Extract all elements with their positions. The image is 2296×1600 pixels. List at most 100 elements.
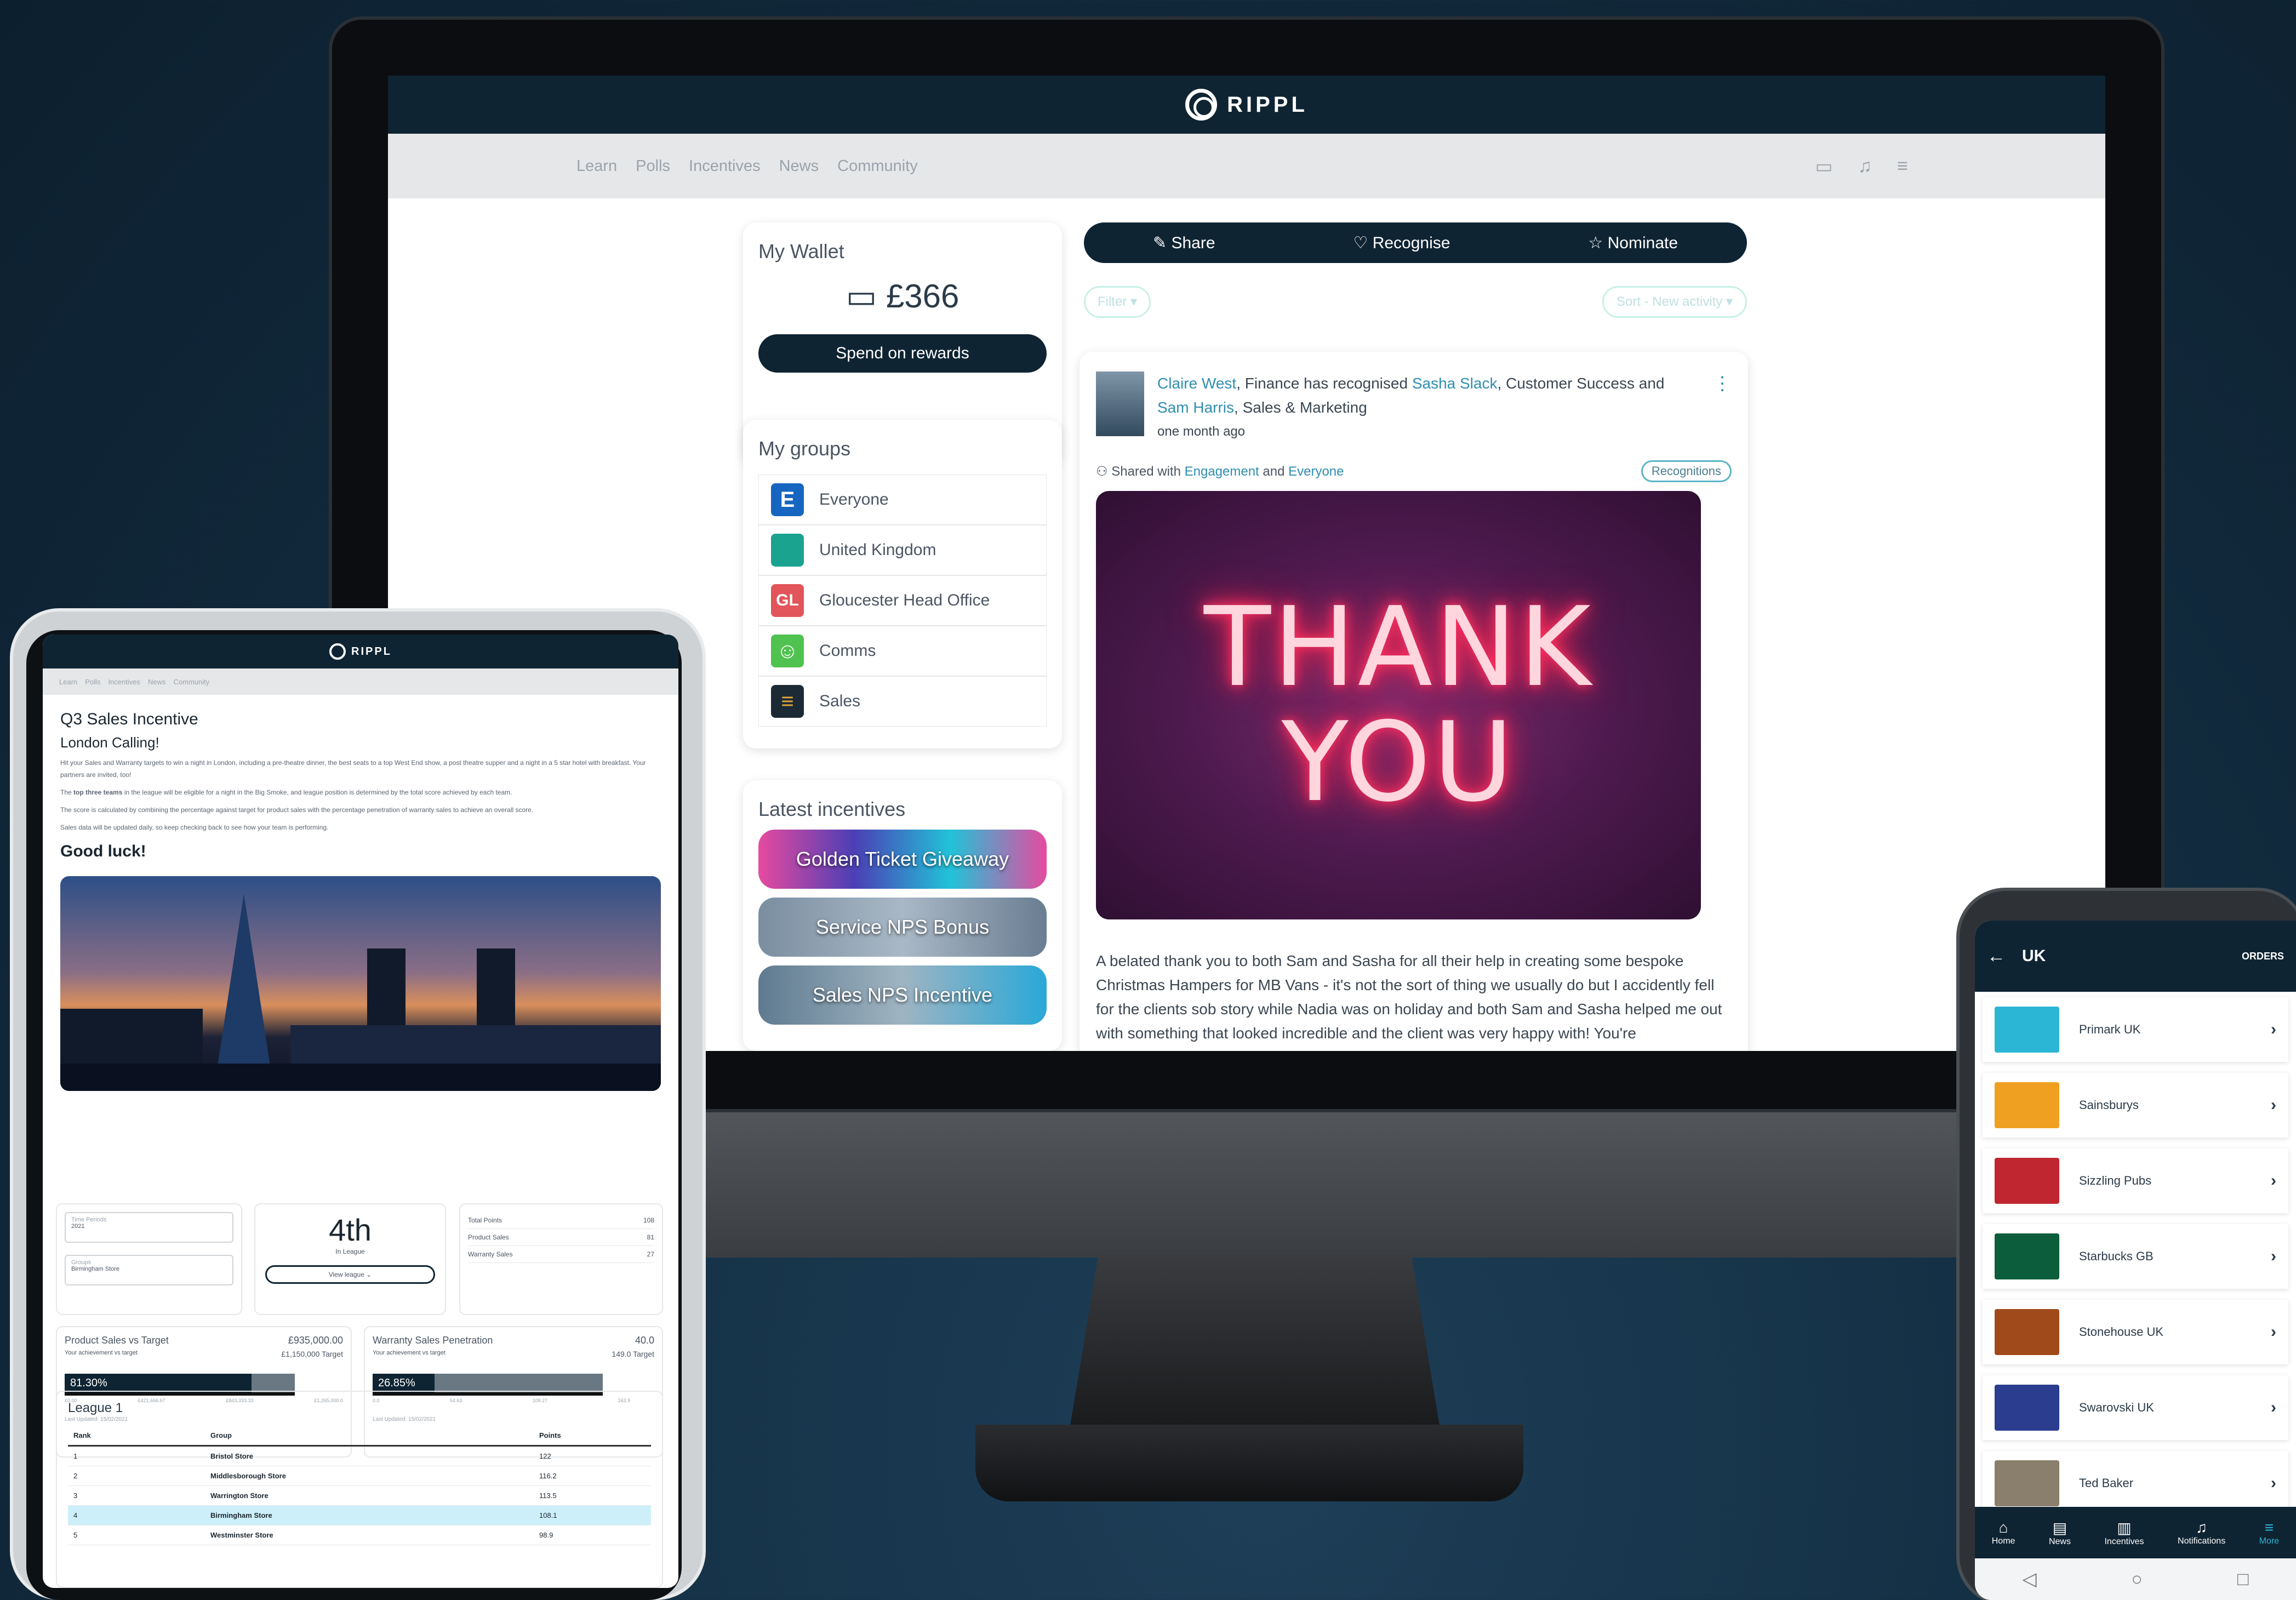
more-options-icon[interactable]: ⋮ (1713, 372, 1732, 444)
card-sub: Your achievement vs target (373, 1350, 446, 1356)
table-row-highlighted[interactable]: 4 Birmingham Store 108.1 (68, 1506, 651, 1525)
card-sub-row: Your achievement vs target 149.0 Target (373, 1350, 654, 1358)
nav-community[interactable]: Community (174, 678, 210, 686)
top-bar: RIPPL (388, 76, 2105, 134)
list-item[interactable]: Swarovski UK › (1983, 1375, 2288, 1440)
star-icon: ☆ (1588, 233, 1608, 252)
table-row[interactable]: 1 Bristol Store 122 (68, 1447, 651, 1466)
avatar[interactable] (1096, 372, 1144, 436)
nav-label: More (2259, 1536, 2280, 1546)
list-item[interactable]: Ted Baker › (1983, 1451, 2288, 1516)
shared-group-link[interactable]: Everyone (1288, 464, 1344, 479)
home-circle-icon[interactable]: ○ (2132, 1569, 2143, 1590)
col-header: Points (539, 1431, 561, 1439)
points-card: Total Points 108 Product Sales 81 Warranty… (459, 1203, 663, 1315)
recents-icon[interactable]: □ (2237, 1569, 2249, 1590)
league-position-card: 4th In League View league ⌄ (254, 1203, 446, 1315)
neon-text: THANK (1203, 584, 1594, 711)
nav-incentives[interactable]: Incentives (689, 157, 761, 175)
list-item[interactable]: Primark UK › (1983, 997, 2288, 1062)
sort-dropdown[interactable]: Sort - New activity ▾ (1602, 286, 1747, 318)
author-link[interactable]: Claire West (1157, 375, 1236, 392)
cell: Warrington Store (210, 1492, 269, 1500)
home-icon: ⌂ (1998, 1519, 2008, 1536)
incentive-description: The top three teams in the league will b… (60, 786, 661, 798)
group-item-comms[interactable]: ☺ Comms (758, 626, 1047, 676)
bell-icon[interactable]: ♫ (1858, 156, 1872, 178)
table-row[interactable]: 3 Warrington Store 113.5 (68, 1486, 651, 1506)
cell: 113.5 (539, 1492, 557, 1500)
orders-link[interactable]: ORDERS (2242, 951, 2284, 962)
table-row[interactable]: 2 Middlesborough Store 116.2 (68, 1466, 651, 1486)
nav-news[interactable]: News (148, 678, 166, 686)
recognitions-badge[interactable]: Recognitions (1641, 460, 1732, 482)
card-value: 40.0 (635, 1335, 654, 1346)
wallet-title: My Wallet (758, 240, 844, 262)
nav-home[interactable]: ⌂ Home (1992, 1519, 2015, 1546)
points-label: Total Points (468, 1216, 502, 1224)
list-item[interactable]: Stonehouse UK › (1983, 1300, 2288, 1364)
group-item-everyone[interactable]: E Everyone (758, 475, 1047, 525)
chart-icon: ▥ (2117, 1519, 2132, 1536)
nav-learn[interactable]: Learn (59, 678, 77, 686)
list-item[interactable]: Sainsburys › (1983, 1073, 2288, 1138)
sort-label: Sort - New activity (1616, 294, 1723, 309)
group-item-sales[interactable]: ≡ Sales (758, 676, 1047, 727)
nav-community[interactable]: Community (837, 157, 918, 175)
cell: Bristol Store (210, 1452, 254, 1460)
group-item-gloucester[interactable]: GL Gloucester Head Office (758, 575, 1047, 626)
wallet-icon[interactable]: ▭ (1815, 156, 1833, 178)
progress-fill: 81.30% (65, 1374, 252, 1392)
cell: 116.2 (539, 1472, 557, 1480)
retailer-logo (1995, 1460, 2059, 1506)
view-league-label: View league (328, 1271, 364, 1278)
nav-news[interactable]: ▤ News (2049, 1519, 2071, 1547)
groups-select[interactable]: Groups Birmingham Store (65, 1255, 233, 1285)
back-arrow-icon[interactable]: ← (1987, 946, 2006, 967)
back-icon[interactable]: ◁ (2022, 1568, 2036, 1590)
incentive-description: Hit your Sales and Warranty targets to w… (60, 759, 646, 779)
incentive-banner[interactable]: Sales NPS Incentive (758, 965, 1047, 1025)
cell: 2 (73, 1472, 78, 1480)
nav-learn[interactable]: Learn (576, 157, 617, 175)
league-title: League 1 (68, 1401, 123, 1415)
incentive-banner[interactable]: Golden Ticket Giveaway (758, 830, 1047, 889)
select-value: 2021 (71, 1223, 85, 1230)
incentive-banner[interactable]: Service NPS Bonus (758, 898, 1047, 957)
para-text: in the league will be eligible for a nig… (122, 788, 512, 796)
shared-and: and (1263, 464, 1285, 479)
points-label: Warranty Sales (468, 1250, 513, 1258)
recipient-link[interactable]: Sasha Slack (1412, 375, 1498, 392)
nav-incentives[interactable]: ▥ Incentives (2104, 1519, 2144, 1547)
nominate-button[interactable]: ☆ Nominate (1588, 233, 1678, 253)
nav-more[interactable]: ≡ More (2259, 1519, 2279, 1546)
points-row: Total Points 108 (468, 1212, 654, 1229)
nav-incentives[interactable]: Incentives (108, 678, 140, 686)
retailer-logo (1995, 1158, 2059, 1204)
list-item[interactable]: Starbucks GB › (1983, 1224, 2288, 1289)
select-label: Time Periods (71, 1216, 107, 1223)
nav-notifications[interactable]: ♫ Notifications (2178, 1519, 2225, 1546)
rippl-logo-icon (1185, 89, 1218, 121)
group-avatar-icon: E (771, 483, 804, 516)
card-sub-row: Your achievement vs target £1,150,000 Tar… (65, 1350, 343, 1358)
nav-polls[interactable]: Polls (85, 678, 100, 686)
points-value: 81 (647, 1233, 654, 1241)
london-skyline-image (60, 876, 661, 1091)
shared-group-link[interactable]: Engagement (1185, 464, 1259, 479)
time-period-select[interactable]: Time Periods 2021 (65, 1212, 233, 1243)
cell: Middlesborough Store (210, 1472, 286, 1480)
table-row[interactable]: 5 Westminster Store 98.9 (68, 1525, 651, 1545)
share-button[interactable]: ✎ Share (1153, 233, 1215, 253)
group-item-united-kingdom[interactable]: United Kingdom (758, 525, 1047, 575)
nav-news[interactable]: News (779, 157, 819, 175)
spend-rewards-button[interactable]: Spend on rewards (758, 334, 1047, 373)
list-item[interactable]: Sizzling Pubs › (1983, 1148, 2288, 1213)
menu-icon[interactable]: ≡ (1897, 156, 1908, 178)
filter-dropdown[interactable]: Filter ▾ (1084, 286, 1151, 318)
view-league-button[interactable]: View league ⌄ (265, 1265, 435, 1284)
recognise-button[interactable]: ♡ Recognise (1353, 233, 1450, 253)
post-text: , Customer Success and (1497, 375, 1665, 392)
nav-polls[interactable]: Polls (636, 157, 670, 175)
recipient-link[interactable]: Sam Harris (1157, 399, 1234, 416)
